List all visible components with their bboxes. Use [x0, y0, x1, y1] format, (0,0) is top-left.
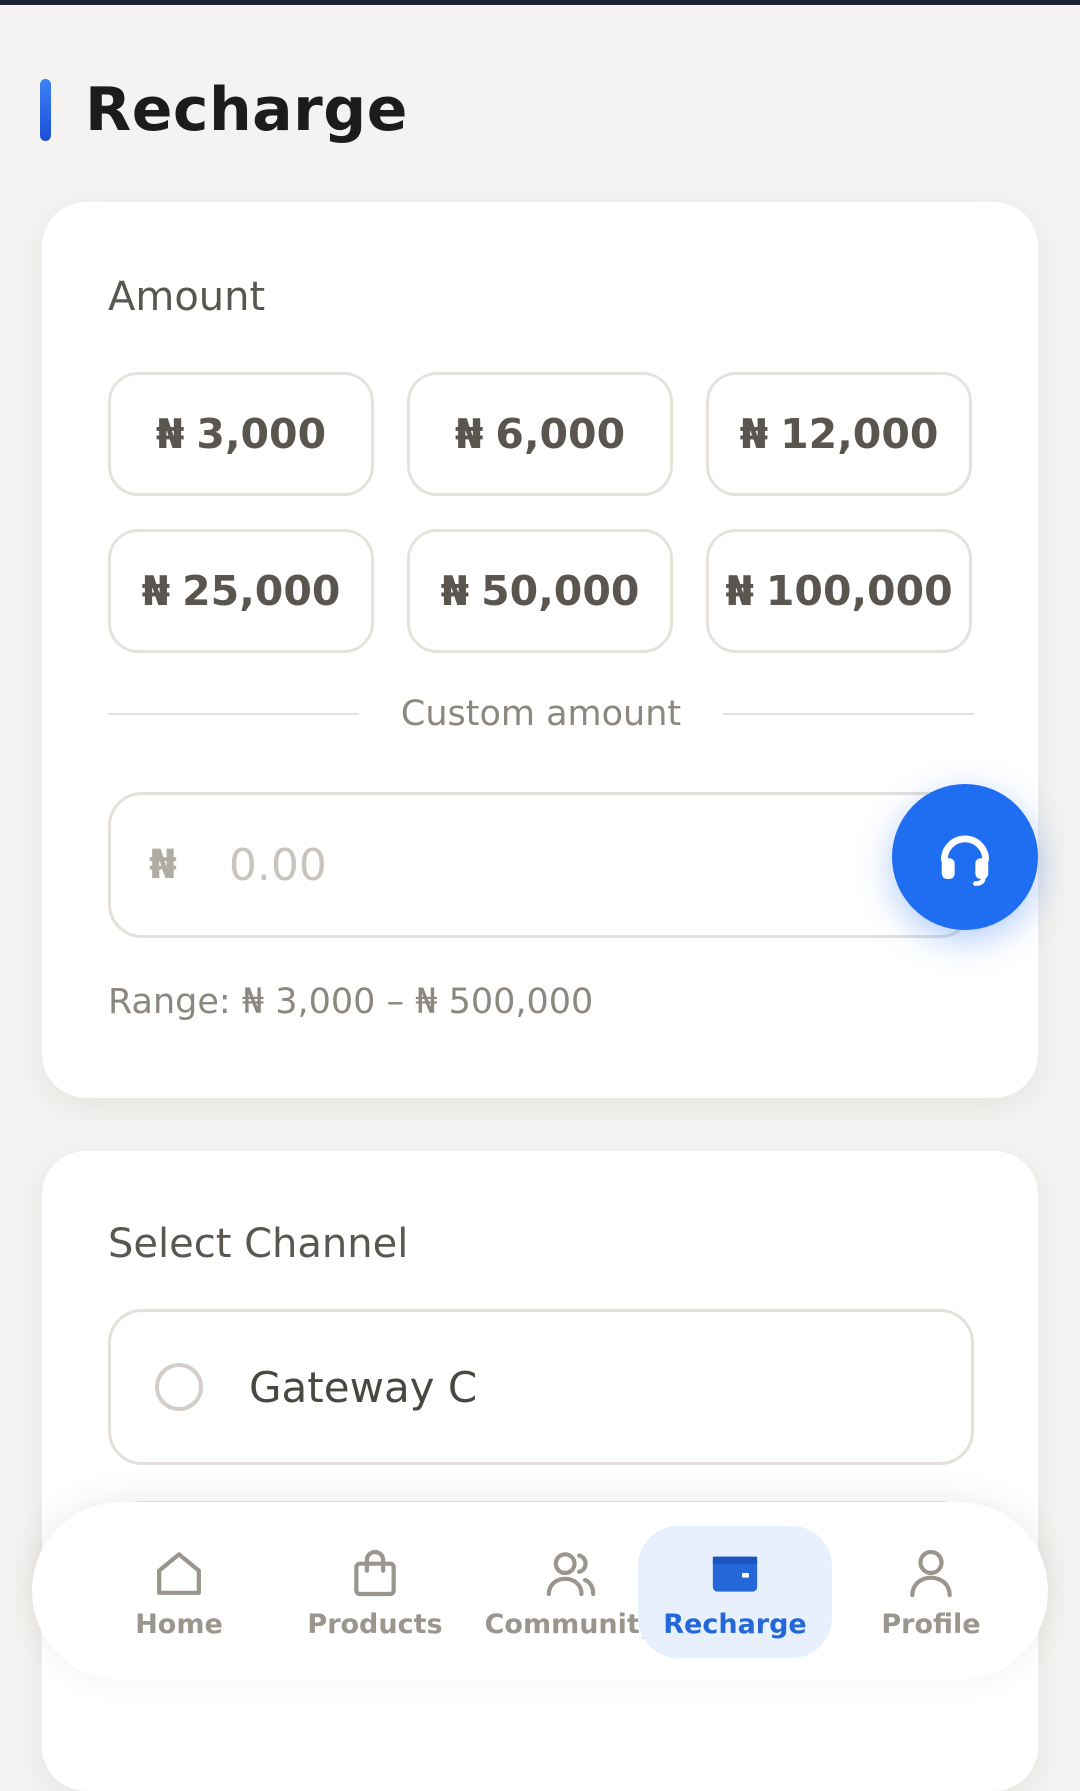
amount-option-6000[interactable]: ₦ 6,000 — [407, 372, 673, 496]
headset-icon — [940, 835, 990, 886]
naira-symbol: ₦ — [141, 567, 171, 615]
title-accent-bar — [40, 79, 51, 141]
nav-item-products[interactable]: Products — [278, 1526, 472, 1658]
amount-option-25000[interactable]: ₦ 25,000 — [108, 529, 374, 653]
users-icon — [546, 1551, 596, 1596]
amount-option-12000[interactable]: ₦ 12,000 — [706, 372, 972, 496]
amount-option-100000[interactable]: ₦ 100,000 — [706, 529, 972, 653]
top-edge-bar — [0, 0, 1080, 5]
nav-label: Products — [307, 1608, 443, 1640]
amount-label: Amount — [108, 274, 266, 320]
radio-button[interactable] — [155, 1363, 203, 1411]
amount-option-value: 100,000 — [765, 567, 953, 615]
custom-amount-field[interactable]: ₦ — [108, 792, 974, 938]
nav-label: Home — [135, 1608, 223, 1640]
custom-amount-divider: Custom amount — [108, 692, 975, 736]
nav-label: Profile — [881, 1608, 981, 1640]
amount-range-text: Range: ₦ 3,000 – ₦ 500,000 — [108, 982, 594, 1022]
nav-label: Recharge — [663, 1608, 807, 1640]
home-icon — [157, 1551, 201, 1595]
page-header: Recharge — [40, 70, 408, 150]
amount-options-grid: ₦ 3,000 ₦ 6,000 ₦ 12,000 ₦ 25,000 ₦ 50,0… — [108, 372, 972, 653]
nav-item-home[interactable]: Home — [82, 1526, 276, 1658]
page-title: Recharge — [85, 75, 408, 145]
custom-amount-input[interactable] — [226, 838, 831, 892]
nav-item-profile[interactable]: Profile — [834, 1526, 1028, 1658]
nav-label: Community — [484, 1608, 658, 1640]
amount-option-value: 12,000 — [780, 410, 939, 458]
custom-amount-label: Custom amount — [400, 694, 682, 734]
channel-option-label: Gateway C — [249, 1362, 478, 1412]
support-button[interactable] — [892, 784, 1038, 930]
user-icon — [910, 1549, 952, 1597]
wallet-icon — [712, 1556, 758, 1592]
channel-option-gateway-c[interactable]: Gateway C — [108, 1309, 974, 1465]
channel-card: Select Channel Gateway C — [42, 1151, 1038, 1791]
naira-symbol: ₦ — [739, 410, 769, 458]
select-channel-label: Select Channel — [108, 1221, 409, 1267]
divider-line-right — [723, 713, 975, 715]
input-currency-symbol: ₦ — [149, 842, 177, 888]
naira-symbol: ₦ — [725, 567, 754, 615]
nav-item-recharge[interactable]: Recharge — [638, 1526, 832, 1658]
bottom-navigation: Home Products Community Recharge Profile — [32, 1502, 1048, 1680]
divider-line-left — [108, 713, 359, 715]
naira-symbol: ₦ — [440, 567, 470, 615]
amount-option-50000[interactable]: ₦ 50,000 — [407, 529, 673, 653]
naira-symbol: ₦ — [454, 410, 484, 458]
amount-option-value: 3,000 — [196, 410, 327, 458]
amount-option-value: 50,000 — [481, 567, 640, 615]
amount-option-value: 25,000 — [182, 567, 341, 615]
amount-option-value: 6,000 — [495, 410, 626, 458]
amount-option-3000[interactable]: ₦ 3,000 — [108, 372, 374, 496]
naira-symbol: ₦ — [155, 410, 185, 458]
shopping-bag-icon — [354, 1549, 396, 1596]
amount-card: Amount ₦ 3,000 ₦ 6,000 ₦ 12,000 ₦ 25,000… — [42, 202, 1038, 1098]
